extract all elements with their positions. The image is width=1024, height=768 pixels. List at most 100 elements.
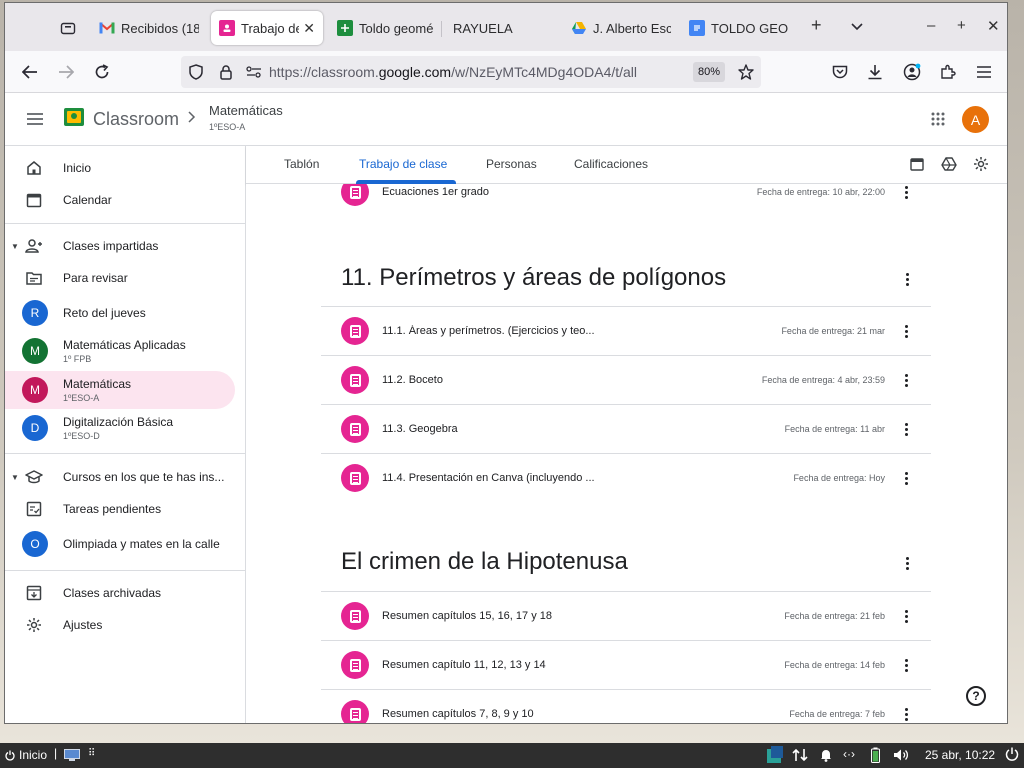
sidebar-item-matematicas-aplicadas[interactable]: M Matemáticas Aplicadas 1º FPB — [5, 332, 235, 370]
avatar[interactable]: A — [962, 106, 989, 133]
clock[interactable]: 25 abr, 10:22 — [925, 748, 995, 762]
volume-icon[interactable] — [893, 748, 909, 765]
assignment-row[interactable]: Resumen capítulos 7, 8, 9 y 10 Fecha de … — [321, 689, 931, 723]
expand-caret-icon[interactable]: ▼ — [11, 473, 19, 482]
more-options-icon[interactable] — [901, 372, 911, 389]
course-title[interactable]: Matemáticas — [209, 103, 283, 118]
battery-icon[interactable] — [871, 747, 880, 766]
close-tab-icon[interactable]: ✕ — [299, 20, 315, 37]
class-avatar: O — [22, 531, 48, 557]
browser-tab-drive[interactable]: J. Alberto Esc — [571, 11, 671, 45]
browser-tab-sheets[interactable]: Toldo geomé — [337, 11, 435, 45]
tab-calificaciones[interactable]: Calificaciones — [574, 157, 648, 171]
main-menu-icon[interactable] — [24, 108, 46, 130]
tab-personas[interactable]: Personas — [486, 157, 537, 171]
assignment-row[interactable]: Resumen capítulo 11, 12, 13 y 14 Fecha d… — [321, 640, 931, 689]
downloads-icon[interactable] — [864, 61, 886, 83]
tab-trabajo-de-clase[interactable]: Trabajo de clase — [359, 157, 447, 171]
minimize-icon[interactable]: – — [927, 17, 935, 34]
zoom-level-badge[interactable]: 80% — [693, 62, 725, 82]
tab-tablon[interactable]: Tablón — [284, 157, 319, 171]
list-tabs-chevron-icon[interactable] — [851, 18, 863, 35]
sidebar-item-para-revisar[interactable]: Para revisar — [5, 260, 235, 296]
network-transfer-icon[interactable] — [792, 748, 808, 765]
sidebar-item-digitalizacion-basica[interactable]: D Digitalización Básica 1ºESO-D — [5, 409, 235, 447]
close-window-icon[interactable]: ✕ — [987, 17, 1000, 35]
assignment-row[interactable]: 11.2. Boceto Fecha de entrega: 4 abr, 23… — [321, 355, 931, 404]
sidebar-item-label: Digitalización Básica — [63, 415, 174, 429]
url-bar[interactable]: https://classroom.google.com/w/NzEyMTc4M… — [181, 56, 761, 88]
extensions-icon[interactable] — [937, 61, 959, 83]
reload-icon[interactable] — [91, 61, 113, 83]
more-options-icon[interactable] — [901, 421, 911, 438]
classroom-brand[interactable]: Classroom — [93, 109, 179, 130]
browser-tab-rayuela[interactable]: RAYUELA — [453, 11, 553, 45]
assignment-title: Resumen capítulos 15, 16, 17 y 18 — [382, 610, 552, 622]
sidebar-item-inicio[interactable]: Inicio — [5, 150, 235, 186]
assignment-title: Resumen capítulos 7, 8, 9 y 10 — [382, 708, 534, 720]
sidebar-divider — [5, 453, 246, 454]
sidebar-item-tareas-pendientes[interactable]: Tareas pendientes — [5, 491, 235, 527]
more-options-icon[interactable] — [901, 657, 911, 674]
sidebar-item-ajustes[interactable]: Ajustes — [5, 607, 235, 643]
classroom-logo-icon[interactable] — [64, 108, 84, 126]
tracking-protection-shield-icon[interactable] — [185, 61, 207, 83]
menu-hamburger-icon[interactable] — [973, 61, 995, 83]
topic-title: El crimen de la Hipotenusa — [341, 548, 628, 575]
browser-tab-docs[interactable]: TOLDO GEOM — [689, 11, 789, 45]
class-avatar: M — [22, 338, 48, 364]
new-tab-icon[interactable]: + — [811, 15, 822, 36]
forward-arrow-icon[interactable] — [55, 61, 77, 83]
more-options-icon[interactable] — [901, 184, 911, 201]
pocket-icon[interactable] — [829, 61, 851, 83]
lock-icon[interactable] — [215, 61, 237, 83]
start-menu-button[interactable]: Inicio — [5, 748, 47, 762]
sidebar-item-sublabel: 1ºESO-D — [63, 431, 100, 441]
more-options-icon[interactable] — [901, 706, 911, 723]
navigation-bar: https://classroom.google.com/w/NzEyMTc4M… — [5, 51, 1007, 93]
sidebar-item-calendar[interactable]: Calendar — [5, 182, 235, 218]
url-prefix: https://classroom. — [269, 64, 379, 80]
taskbar-handle-icon[interactable]: ⠿ — [88, 748, 95, 759]
help-icon[interactable]: ? — [966, 686, 986, 706]
notifications-bell-icon[interactable] — [820, 748, 832, 765]
site-permissions-icon[interactable] — [243, 61, 265, 83]
more-options-icon[interactable] — [901, 608, 911, 625]
sidebar-item-matematicas[interactable]: M Matemáticas 1ºESO-A — [5, 371, 235, 409]
assignment-row[interactable]: Ecuaciones 1er grado Fecha de entrega: 1… — [321, 184, 931, 217]
maximize-icon[interactable]: + — [957, 17, 966, 34]
calendar-icon[interactable] — [908, 155, 926, 173]
more-options-icon[interactable] — [901, 323, 911, 340]
settings-gear-icon — [23, 614, 45, 636]
google-apps-icon[interactable] — [927, 108, 949, 130]
calendar-icon — [23, 189, 45, 211]
assignment-due-date: Fecha de entrega: 11 abr — [784, 424, 885, 434]
expand-caret-icon[interactable]: ▼ — [11, 242, 19, 251]
assignment-row[interactable]: 11.4. Presentación en Canva (incluyendo … — [321, 453, 931, 502]
sidebar-item-olimpiada[interactable]: O Olimpiada y mates en la calle — [5, 526, 235, 562]
assignment-row[interactable]: 11.1. Áreas y perímetros. (Ejercicios y … — [321, 306, 931, 355]
bookmark-star-icon[interactable] — [735, 61, 757, 83]
sidebar-item-clases-archivadas[interactable]: Clases archivadas — [5, 575, 235, 611]
assignment-icon — [341, 184, 369, 206]
sidebar-item-cursos-inscritos[interactable]: ▼ Cursos en los que te has ins... — [5, 459, 235, 495]
browser-tab-classroom[interactable]: Trabajo de ✕ — [211, 11, 323, 45]
sidebar-item-reto-del-jueves[interactable]: R Reto del jueves — [5, 295, 235, 331]
network-connection-icon[interactable]: ‹·› — [843, 747, 855, 761]
back-arrow-icon[interactable] — [19, 61, 41, 83]
tab-manager-icon[interactable] — [57, 17, 79, 39]
more-options-icon[interactable] — [901, 470, 911, 487]
assignment-row[interactable]: Resumen capítulos 15, 16, 17 y 18 Fecha … — [321, 591, 931, 640]
sidebar-item-clases-impartidas[interactable]: ▼ Clases impartidas — [5, 228, 235, 264]
account-icon[interactable] — [901, 61, 923, 83]
class-settings-gear-icon[interactable] — [972, 155, 990, 173]
topic-more-options-icon[interactable] — [902, 555, 912, 572]
system-tray-app-icon[interactable] — [766, 745, 784, 768]
browser-tab-gmail[interactable]: Recibidos (18 — [99, 11, 199, 45]
shutdown-icon[interactable] — [1005, 747, 1019, 765]
url-text[interactable]: https://classroom.google.com/w/NzEyMTc4M… — [269, 64, 637, 80]
assignment-row[interactable]: 11.3. Geogebra Fecha de entrega: 11 abr — [321, 404, 931, 453]
google-drive-folder-icon[interactable] — [940, 155, 958, 173]
topic-more-options-icon[interactable] — [902, 271, 912, 288]
show-desktop-icon[interactable] — [64, 749, 80, 764]
